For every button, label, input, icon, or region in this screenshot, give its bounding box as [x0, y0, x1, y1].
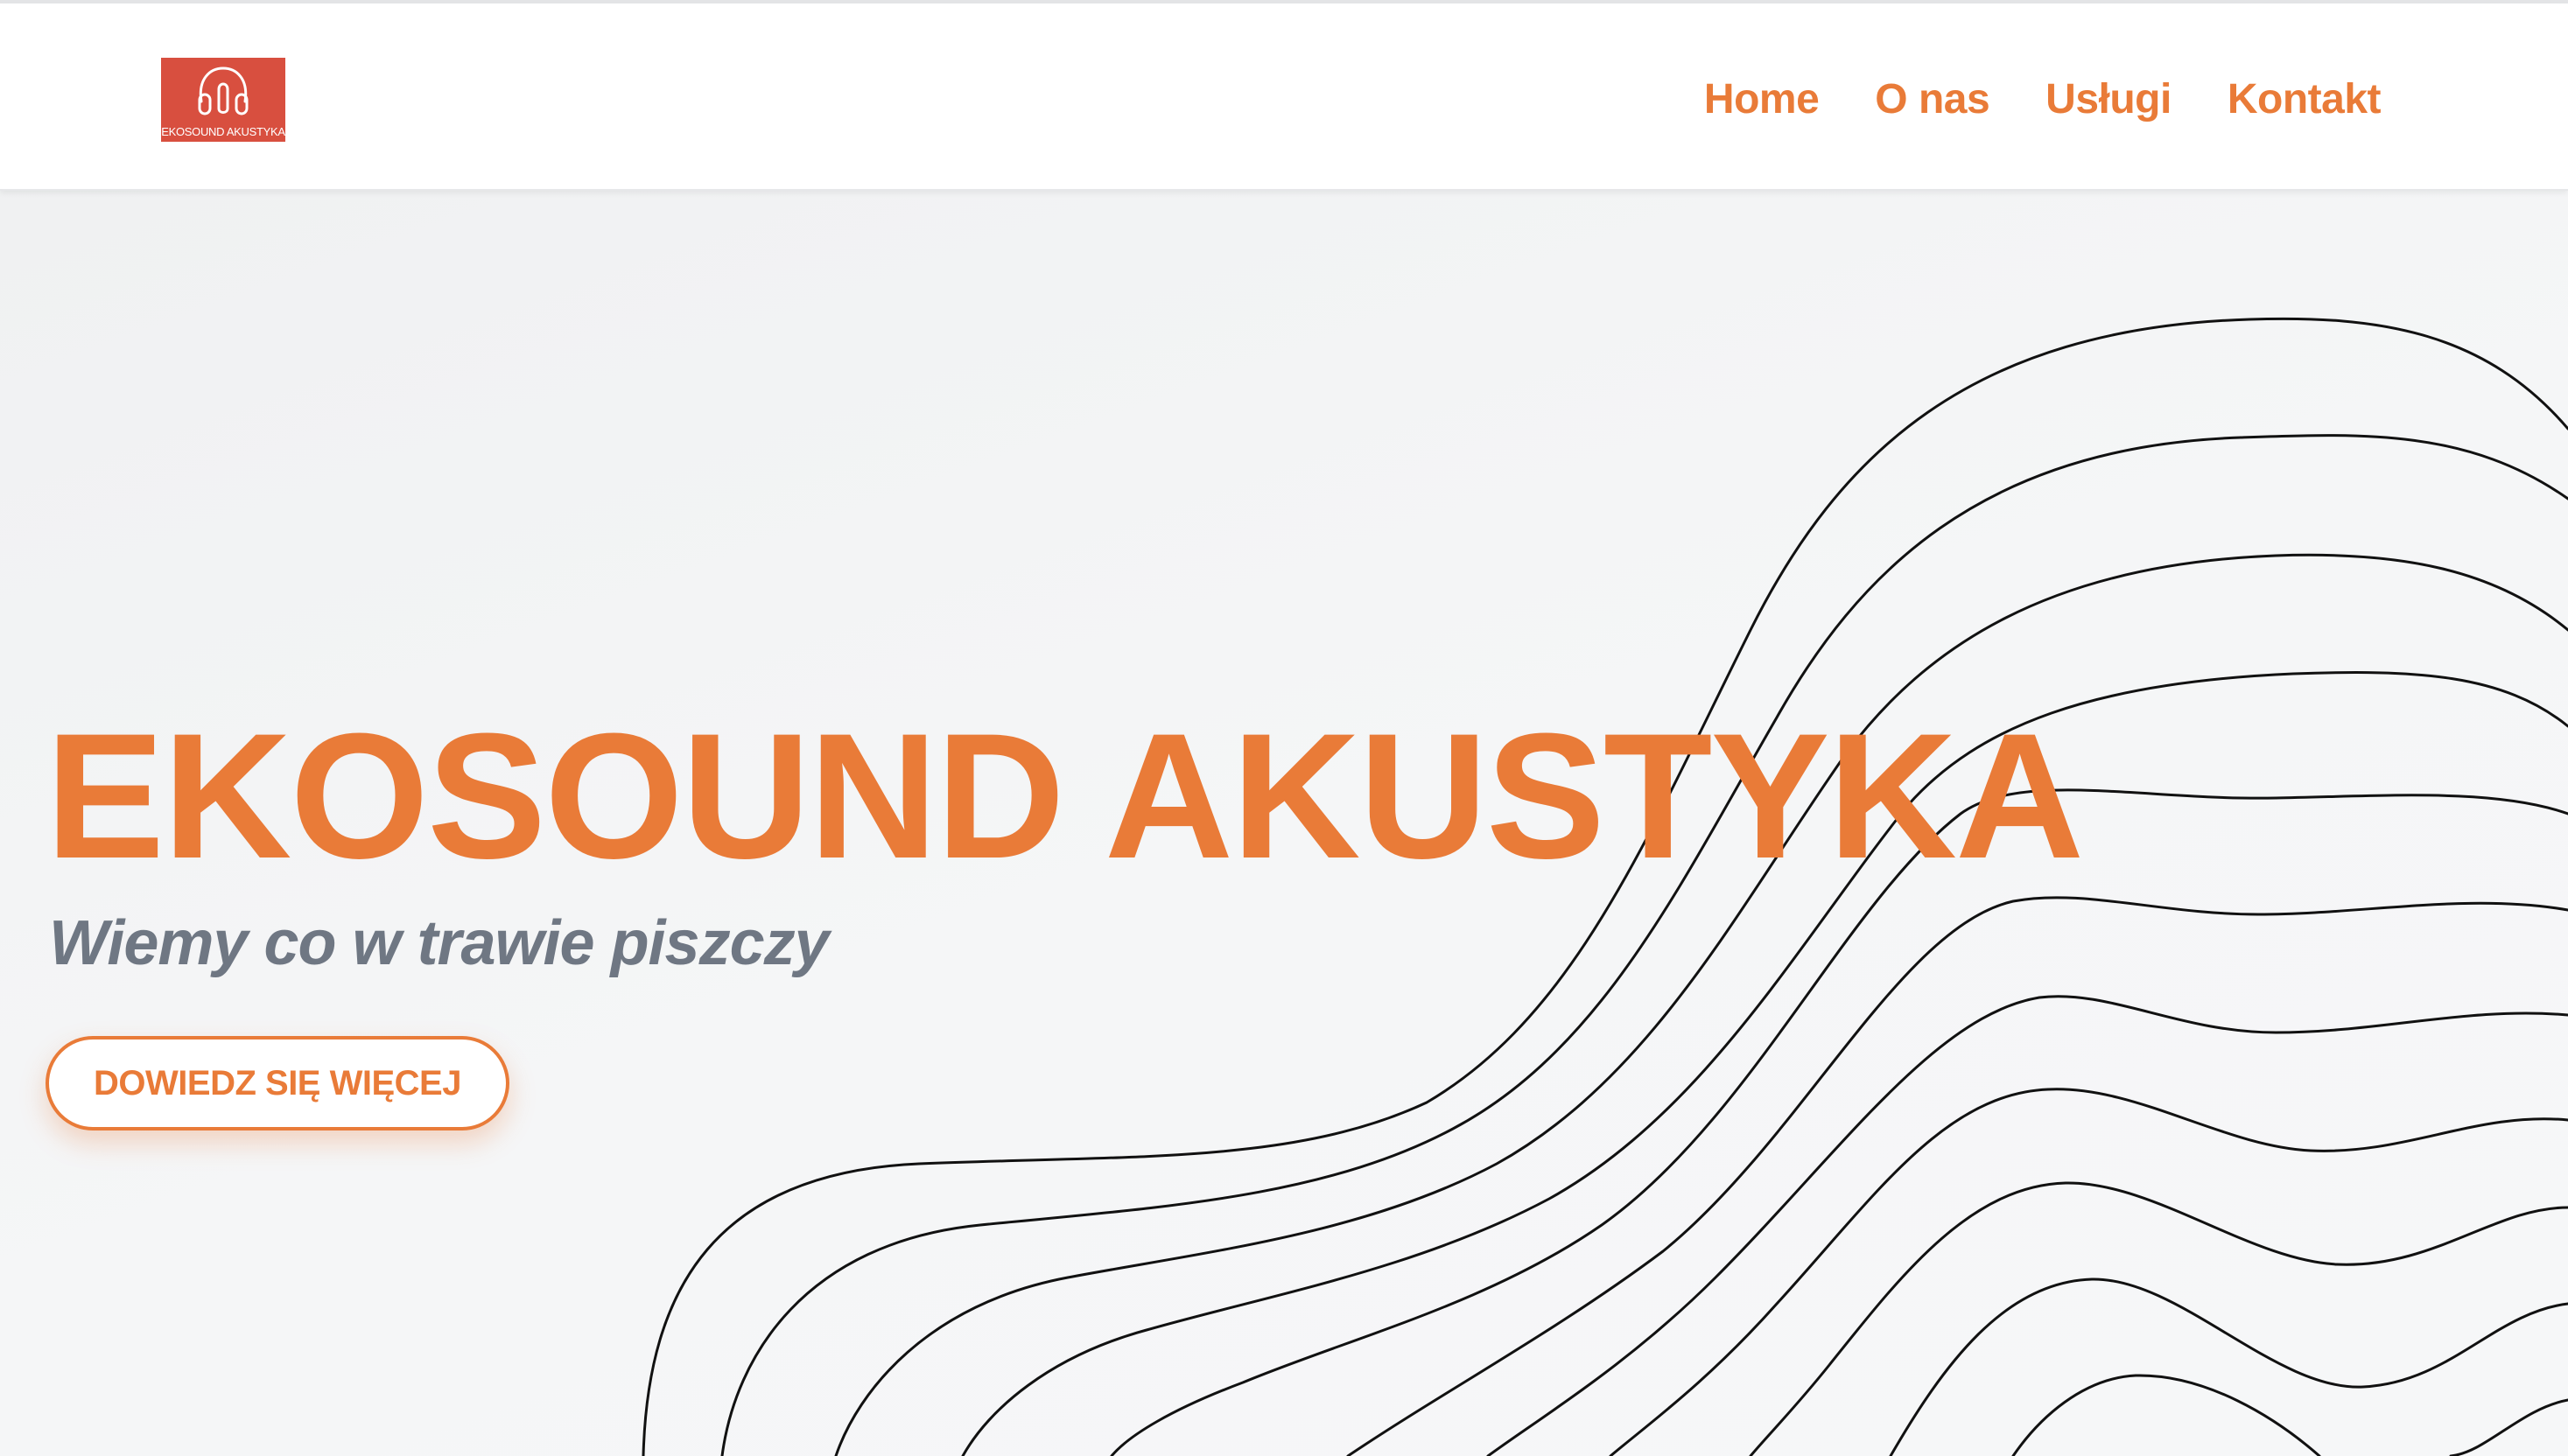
nav-item-kontakt[interactable]: Kontakt: [2228, 72, 2382, 128]
logo-link[interactable]: EKOSOUND AKUSTYKA: [161, 58, 285, 142]
nav-item-home[interactable]: Home: [1704, 72, 1820, 128]
hero-title: EKOSOUND AKUSTYKA: [46, 696, 2084, 896]
headphones-icon: [198, 66, 249, 116]
site-header: EKOSOUND AKUSTYKA Home O nas Usługi Kont…: [0, 0, 2568, 191]
main-nav: Home O nas Usługi Kontakt: [1704, 72, 2382, 128]
learn-more-button[interactable]: DOWIEDZ SIĘ WIĘCEJ: [46, 1036, 509, 1130]
nav-item-uslugi[interactable]: Usługi: [2045, 72, 2172, 128]
logo-text: EKOSOUND AKUSTYKA: [161, 125, 285, 138]
page: EKOSOUND AKUSTYKA Home O nas Usługi Kont…: [0, 0, 2568, 1456]
hero-subtitle: Wiemy co w trawie piszczy: [49, 908, 830, 978]
nav-item-o-nas[interactable]: O nas: [1875, 72, 1989, 128]
